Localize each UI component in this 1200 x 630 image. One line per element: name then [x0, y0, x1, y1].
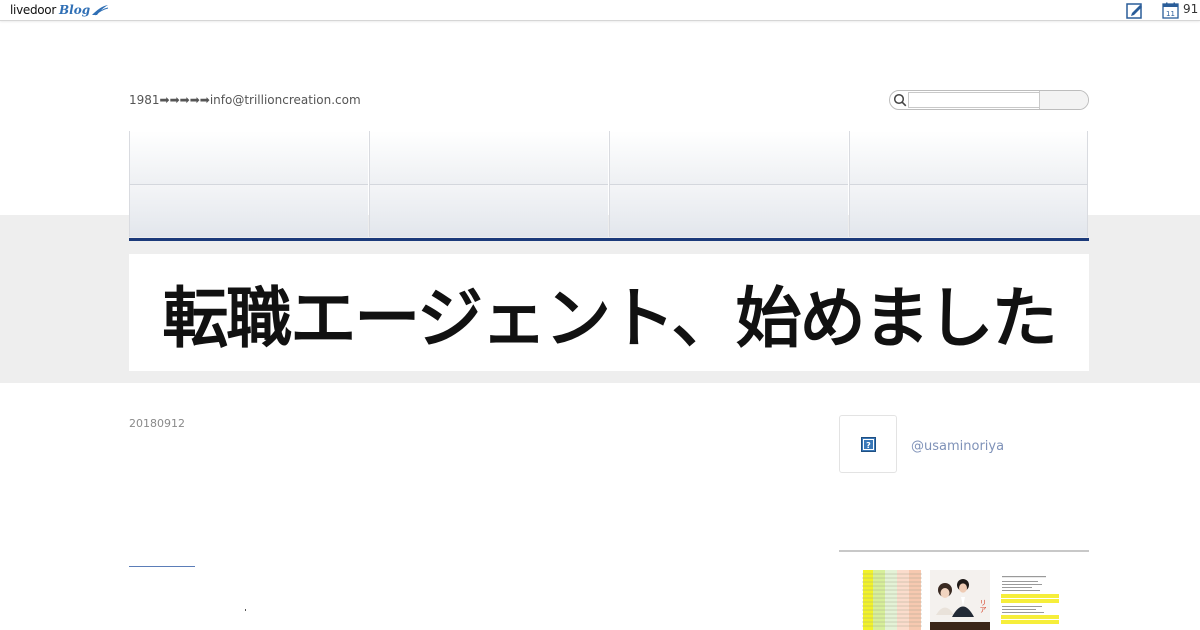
logo-word-livedoor: livedoor [10, 3, 56, 17]
nav-item-3[interactable] [609, 131, 848, 184]
svg-text:ア: ア [980, 606, 987, 614]
svg-text:?: ? [866, 441, 871, 450]
nav-item-8[interactable] [849, 184, 1088, 237]
edit-icon[interactable] [1126, 2, 1144, 19]
search-button[interactable] [1039, 91, 1088, 109]
nav-accent-line [129, 238, 1089, 241]
calendar-icon[interactable]: 11 [1162, 2, 1179, 19]
flyer-thumbnail[interactable] [1000, 570, 1060, 630]
nav-item-1[interactable] [129, 131, 368, 184]
nav-item-7[interactable] [609, 184, 848, 237]
post-text-fragment [245, 609, 246, 611]
search-input[interactable] [908, 92, 1040, 108]
livedoor-blog-logo[interactable]: livedoor Blog [10, 1, 109, 19]
sidebar-divider [839, 550, 1089, 552]
spreadsheet-image [862, 570, 922, 630]
couple-photo-image: リ ア [930, 570, 990, 630]
search-form [889, 90, 1089, 110]
logo-swoosh-icon [92, 5, 109, 16]
nav-item-2[interactable] [369, 131, 608, 184]
question-mark-icon: ? [861, 437, 876, 452]
logo-word-blog: Blog [59, 3, 91, 17]
post-count: 91 [1183, 2, 1199, 16]
calendar-day: 11 [1166, 10, 1175, 18]
nav-item-6[interactable] [369, 184, 608, 237]
flyer-image [1000, 570, 1060, 630]
profile-handle-link[interactable]: @usaminoriya [911, 439, 1004, 454]
blog-description: 1981➡➡➡➡➡info@trillioncreation.com [129, 93, 361, 107]
nav-item-4[interactable] [849, 131, 1088, 184]
banner-title: 転職エージェント、始めました [162, 278, 1057, 357]
header-banner[interactable]: 転職エージェント、始めました [129, 254, 1089, 371]
post-date: 20180912 [129, 417, 185, 430]
couple-photo-thumbnail[interactable]: リ ア [930, 570, 990, 630]
nav-item-5[interactable] [129, 184, 368, 237]
category-nav [129, 131, 1089, 239]
search-icon [893, 93, 907, 107]
post-divider [129, 566, 195, 567]
profile-avatar-frame[interactable]: ? [839, 415, 897, 473]
top-bar: livedoor Blog 11 91 [0, 0, 1200, 21]
spreadsheet-thumbnail[interactable] [862, 570, 922, 630]
